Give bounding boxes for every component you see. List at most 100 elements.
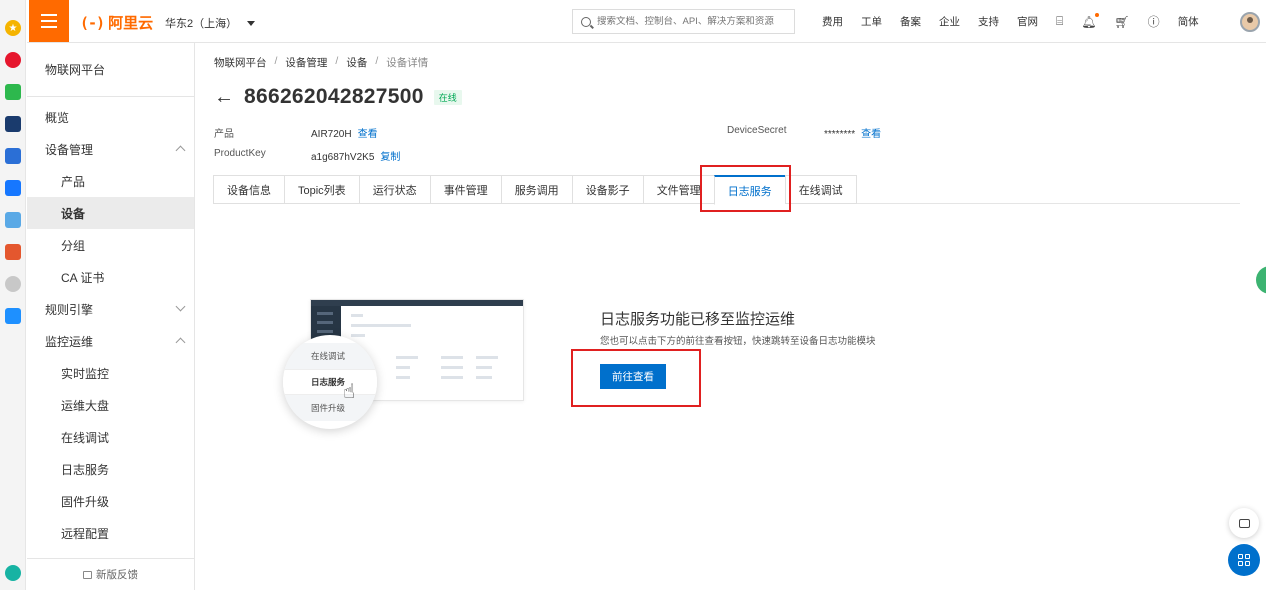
sidebar-item-firmware[interactable]: 固件升级	[27, 485, 194, 517]
sidebar-item-label: CA 证书	[61, 270, 105, 285]
illustration-line	[476, 356, 498, 359]
aliyun-logo[interactable]: (-) 阿里云	[80, 12, 153, 33]
tab-topic-list[interactable]: Topic列表	[284, 175, 359, 204]
chat-app-icon[interactable]	[5, 180, 21, 196]
sidebar-item-label: 产品	[61, 174, 86, 189]
help-icon[interactable]: ⓘ	[1148, 13, 1160, 30]
product-label: 产品	[214, 129, 234, 140]
terminal-icon[interactable]: ⌸	[1056, 14, 1063, 29]
illustration-line	[351, 314, 363, 317]
sidebar-item-device[interactable]: 设备	[27, 197, 194, 229]
mail-icon[interactable]	[5, 84, 21, 100]
breadcrumb-device[interactable]: 设备	[346, 55, 367, 70]
news-icon[interactable]	[5, 116, 21, 132]
sidebar-item-online-debug[interactable]: 在线调试	[27, 421, 194, 453]
tab-online-debug[interactable]: 在线调试	[784, 175, 857, 204]
notification-dot	[1095, 12, 1100, 17]
sidebar-item-monitor-ops[interactable]: 监控运维	[27, 325, 194, 357]
star-icon[interactable]: ★	[5, 20, 21, 36]
language-switch[interactable]: 简体	[1178, 14, 1199, 29]
nav-ticket[interactable]: 工单	[861, 14, 882, 29]
device-tabs: 设备信息 Topic列表 运行状态 事件管理 服务调用 设备影子 文件管理 日志…	[213, 175, 1240, 205]
breadcrumb-device-mgmt[interactable]: 设备管理	[285, 55, 327, 70]
app-root: ★ (-) 阿里云 华东2（上海） 费用 工单 备案	[0, 0, 1266, 590]
illustration-line	[441, 356, 463, 359]
region-selector[interactable]: 华东2（上海）	[165, 15, 256, 31]
side-assistant-handle[interactable]	[1256, 266, 1266, 294]
illustration-line	[396, 356, 418, 359]
sidebar-item-log-service[interactable]: 日志服务	[27, 453, 194, 485]
productkey-label: ProductKey	[214, 148, 266, 159]
game2-icon[interactable]	[5, 244, 21, 260]
sidebar-item-label: 远程配置	[61, 526, 110, 541]
feedback-button[interactable]: 新版反馈	[27, 558, 194, 590]
word-icon[interactable]	[5, 148, 21, 164]
hamburger-menu-button[interactable]	[29, 0, 69, 42]
tab-service-call[interactable]: 服务调用	[500, 175, 572, 204]
notice-title: 日志服务功能已移至监控运维	[600, 311, 796, 328]
sidebar-item-device-mgmt[interactable]: 设备管理	[27, 133, 194, 165]
illustration-line	[441, 366, 463, 369]
sidebar-item-label: 运维大盘	[61, 398, 110, 413]
sidebar-item-overview[interactable]: 概览	[27, 101, 194, 133]
apps-button[interactable]	[1228, 544, 1260, 576]
apps-grid-icon	[1238, 554, 1250, 566]
sidebar-item-remote-config[interactable]: 远程配置	[27, 517, 194, 549]
illustration-line	[351, 334, 365, 337]
sidebar-item-label: 设备	[61, 206, 86, 221]
page-title: 866262042827500	[244, 85, 424, 108]
avatar[interactable]	[1240, 12, 1260, 32]
cart-icon[interactable]: 🛒︎	[1114, 15, 1129, 29]
sidebar-item-rule-engine[interactable]: 规则引擎	[27, 293, 194, 325]
tab-event-mgmt[interactable]: 事件管理	[429, 175, 501, 204]
weibo-icon[interactable]	[5, 52, 21, 68]
breadcrumb: 物联网平台 / 设备管理 / 设备 / 设备详情	[214, 55, 428, 70]
search-input[interactable]	[597, 16, 787, 27]
search-box[interactable]	[572, 9, 795, 34]
sidebar-item-label: 监控运维	[45, 334, 94, 349]
breadcrumb-sep: /	[335, 55, 339, 67]
product-view-link[interactable]: 查看	[358, 129, 378, 140]
game-icon[interactable]	[5, 212, 21, 228]
productkey-copy-link[interactable]: 复制	[380, 152, 400, 163]
chat-button[interactable]	[1229, 508, 1259, 538]
sidebar-item-label: 在线调试	[61, 430, 110, 445]
devicesecret-value-group: ******** 查看	[824, 125, 881, 140]
sidebar-item-label: 实时监控	[61, 366, 110, 381]
top-nav: 费用 工单 备案 企业 支持 官网 ⌸ 🔔︎ 🛒︎ ⓘ 简体	[822, 0, 1217, 43]
pay-icon[interactable]	[5, 308, 21, 324]
sidebar-item-product[interactable]: 产品	[27, 165, 194, 197]
chevron-up-icon	[175, 145, 186, 156]
feedback-label: 新版反馈	[96, 569, 138, 581]
main-content: 物联网平台 / 设备管理 / 设备 / 设备详情 ← 8662620428275…	[196, 43, 1256, 590]
nav-fee[interactable]: 费用	[822, 14, 843, 29]
bell-icon[interactable]: 🔔︎	[1081, 12, 1100, 29]
illustration-line	[351, 324, 411, 327]
breadcrumb-sep: /	[274, 55, 278, 67]
illustration-line	[441, 376, 463, 379]
notice-subtitle: 您也可以点击下方的前往查看按钮，快速跳转至设备日志功能模块	[600, 336, 876, 347]
tab-file-mgmt[interactable]: 文件管理	[642, 175, 714, 204]
tab-device-shadow[interactable]: 设备影子	[571, 175, 643, 204]
back-arrow-icon[interactable]: ←	[214, 87, 234, 107]
sidebar-item-ops-dashboard[interactable]: 运维大盘	[27, 389, 194, 421]
go-view-button[interactable]: 前往查看	[600, 364, 666, 389]
breadcrumb-iot[interactable]: 物联网平台	[214, 55, 267, 70]
region-label: 华东2（上海）	[165, 18, 238, 30]
nav-support[interactable]: 支持	[978, 14, 999, 29]
logo-bracket: (-)	[80, 13, 105, 32]
illustration-line	[476, 366, 492, 369]
nav-enterprise[interactable]: 企业	[939, 14, 960, 29]
tab-device-info[interactable]: 设备信息	[213, 175, 284, 204]
sidebar-item-group[interactable]: 分组	[27, 229, 194, 261]
tab-log-service[interactable]: 日志服务	[713, 175, 785, 205]
globe-icon[interactable]	[5, 565, 21, 581]
sidebar-item-ca-cert[interactable]: CA 证书	[27, 261, 194, 293]
nav-official[interactable]: 官网	[1017, 14, 1038, 29]
tab-run-status[interactable]: 运行状态	[358, 175, 430, 204]
nav-icp[interactable]: 备案	[900, 14, 921, 29]
sidebar-item-realtime-monitor[interactable]: 实时监控	[27, 357, 194, 389]
add-icon[interactable]	[5, 276, 21, 292]
devicesecret-view-link[interactable]: 查看	[861, 129, 881, 140]
caret-down-icon	[247, 20, 256, 26]
